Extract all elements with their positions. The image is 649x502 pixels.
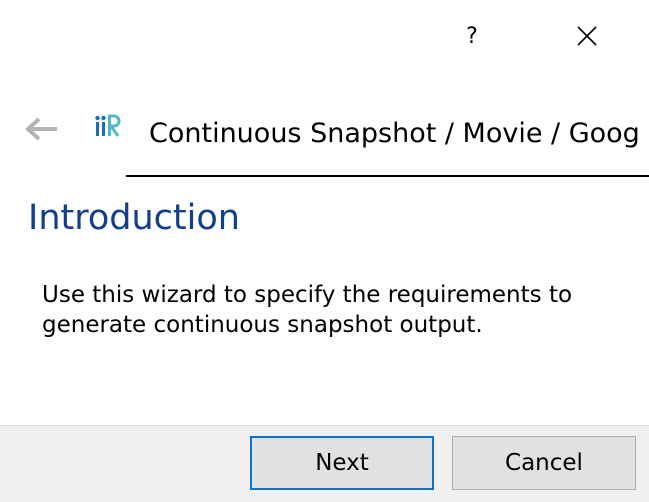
page-title: Introduction	[28, 198, 240, 238]
close-button[interactable]	[564, 14, 610, 58]
wizard-window: ? Continuous Snapshot / Movie / Goog Int…	[0, 0, 649, 502]
close-icon	[577, 26, 597, 46]
next-button-label: Next	[315, 450, 369, 476]
cancel-button[interactable]: Cancel	[452, 436, 636, 490]
help-button[interactable]: ?	[449, 14, 495, 58]
next-button[interactable]: Next	[250, 436, 434, 490]
app-logo-icon	[95, 114, 121, 137]
header-divider	[126, 175, 649, 177]
back-button[interactable]	[20, 114, 62, 144]
cancel-button-label: Cancel	[505, 450, 583, 476]
button-bar: Next Cancel	[0, 425, 649, 502]
back-arrow-icon	[25, 117, 57, 141]
wizard-title: Continuous Snapshot / Movie / Goog	[149, 118, 640, 149]
help-label: ?	[466, 23, 478, 49]
wizard-header: Continuous Snapshot / Movie / Goog	[0, 100, 649, 180]
intro-description: Use this wizard to specify the requireme…	[42, 282, 573, 338]
